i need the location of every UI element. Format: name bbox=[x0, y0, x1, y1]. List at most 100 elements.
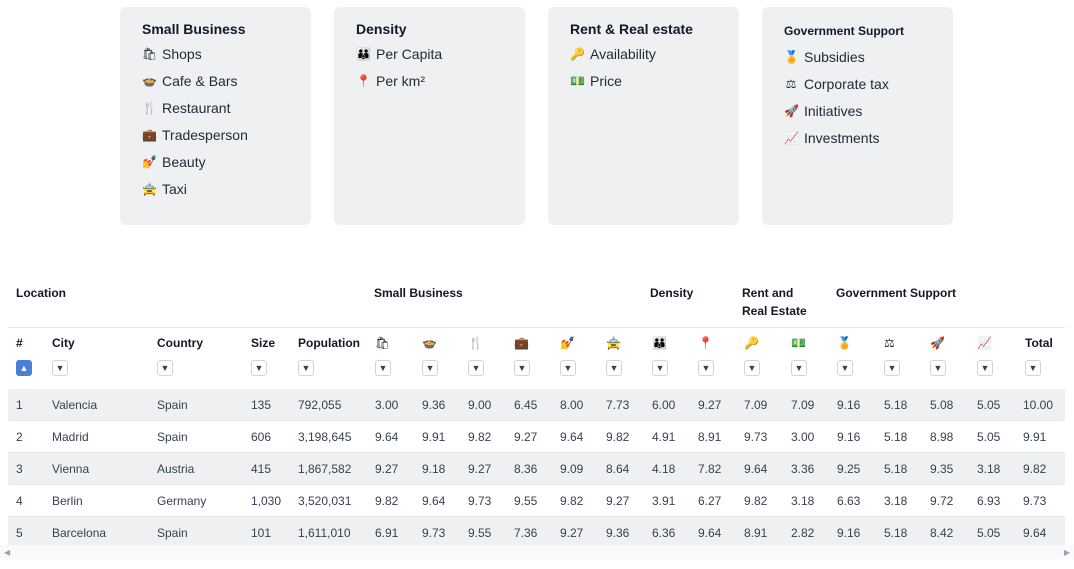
cell-score: 9.35 bbox=[930, 462, 954, 476]
cell-score: 8.36 bbox=[514, 462, 538, 476]
group-government: Government Support bbox=[836, 286, 957, 300]
category-item-label: Cafe & Bars bbox=[162, 73, 238, 89]
category-card: Rent & Real estate 🔑 Availability 💵 Price bbox=[548, 7, 739, 225]
chart-up-icon[interactable]: 📈 bbox=[977, 336, 992, 350]
scroll-right-icon[interactable]: ▶ bbox=[1064, 548, 1070, 557]
category-item: 🍲 Cafe & Bars bbox=[142, 72, 289, 99]
table-row[interactable]: 2 Madrid Spain 606 3,198,645 9.64 9.91 9.82 9.27… bbox=[8, 421, 1065, 453]
cell-score: 9.64 bbox=[698, 526, 722, 540]
cell-score: 3.18 bbox=[884, 494, 908, 508]
taxi-icon[interactable]: 🚖 bbox=[606, 336, 621, 350]
sort-ascending-button[interactable]: ▲ bbox=[16, 360, 32, 376]
category-item-label: Subsidies bbox=[804, 49, 865, 65]
cell-size: 101 bbox=[251, 526, 272, 540]
cutlery-icon[interactable]: 🍴 bbox=[468, 336, 483, 350]
sort-toggle-button[interactable]: ▼ bbox=[157, 360, 173, 376]
family-icon[interactable]: 👪 bbox=[652, 336, 667, 350]
cell-score: 9.64 bbox=[375, 430, 399, 444]
briefcase-icon: 💼 bbox=[142, 128, 157, 142]
briefcase-icon[interactable]: 💼 bbox=[514, 336, 529, 350]
cell-score: 9.82 bbox=[744, 494, 768, 508]
scroll-left-icon[interactable]: ◀ bbox=[4, 548, 10, 557]
category-item-label: Investments bbox=[804, 130, 880, 146]
horizontal-scrollbar[interactable]: ◀ ▶ bbox=[0, 545, 1074, 559]
sort-toggle-button[interactable]: ▼ bbox=[698, 360, 714, 376]
cell-score: 9.82 bbox=[375, 494, 399, 508]
cell-population: 792,055 bbox=[298, 398, 342, 412]
cell-score: 6.00 bbox=[652, 398, 676, 412]
sort-toggle-button[interactable]: ▼ bbox=[514, 360, 530, 376]
nail-polish-icon: 💅 bbox=[142, 155, 157, 169]
cell-size: 1,030 bbox=[251, 494, 282, 508]
category-card-title: Rent & Real estate bbox=[570, 21, 693, 37]
cafe-bowl-icon[interactable]: 🍲 bbox=[422, 336, 437, 350]
ranking-table-body: 1 Valencia Spain 135 792,055 3.00 9.36 9.00 6.45… bbox=[8, 389, 1065, 549]
category-item-label: Beauty bbox=[162, 154, 206, 170]
sort-toggle-button[interactable]: ▼ bbox=[930, 360, 946, 376]
rocket-icon[interactable]: 🚀 bbox=[930, 336, 945, 350]
sort-toggle-button[interactable]: ▼ bbox=[468, 360, 484, 376]
category-item: 📈 Investments bbox=[784, 129, 931, 156]
cell-score: 7.82 bbox=[698, 462, 722, 476]
shopping-bags-icon[interactable]: 🛍 bbox=[375, 336, 390, 350]
cell-city: Madrid bbox=[52, 430, 89, 444]
category-item: 💅 Beauty bbox=[142, 153, 289, 180]
column-country-header[interactable]: Country bbox=[157, 336, 203, 350]
column-total-header[interactable]: Total bbox=[1025, 336, 1053, 350]
sort-toggle-button[interactable]: ▼ bbox=[52, 360, 68, 376]
column-city-header[interactable]: City bbox=[52, 336, 75, 350]
category-item: 🚀 Initiatives bbox=[784, 102, 931, 129]
cell-city: Barcelona bbox=[52, 526, 107, 540]
cell-score: 5.05 bbox=[977, 430, 1001, 444]
scales-icon[interactable]: ⚖ bbox=[884, 336, 895, 350]
sort-toggle-button[interactable]: ▼ bbox=[422, 360, 438, 376]
cafe-bowl-icon: 🍲 bbox=[142, 74, 157, 88]
nail-polish-icon[interactable]: 💅 bbox=[560, 336, 575, 350]
cell-size: 415 bbox=[251, 462, 272, 476]
category-item: 🔑 Availability bbox=[570, 45, 717, 72]
cell-rank: 3 bbox=[16, 462, 23, 476]
sort-toggle-button[interactable]: ▼ bbox=[791, 360, 807, 376]
sort-toggle-button[interactable]: ▼ bbox=[606, 360, 622, 376]
cell-score: 4.91 bbox=[652, 430, 676, 444]
sort-toggle-button[interactable]: ▼ bbox=[977, 360, 993, 376]
cell-score: 9.82 bbox=[468, 430, 492, 444]
family-icon: 👪 bbox=[356, 47, 371, 61]
key-icon[interactable]: 🔑 bbox=[744, 336, 759, 350]
cell-city: Berlin bbox=[52, 494, 83, 508]
category-card-title: Density bbox=[356, 21, 407, 37]
banknote-icon[interactable]: 💵 bbox=[791, 336, 806, 350]
category-card: Government Support 🏅 Subsidies ⚖ Corporate t… bbox=[762, 7, 953, 225]
cell-score: 5.18 bbox=[884, 430, 908, 444]
sort-toggle-button[interactable]: ▼ bbox=[298, 360, 314, 376]
sort-toggle-button[interactable]: ▼ bbox=[375, 360, 391, 376]
column-size-header[interactable]: Size bbox=[251, 336, 275, 350]
category-item-label: Per km² bbox=[376, 73, 425, 89]
sort-toggle-button[interactable]: ▼ bbox=[652, 360, 668, 376]
sort-toggle-button[interactable]: ▼ bbox=[744, 360, 760, 376]
table-row[interactable]: 3 Vienna Austria 415 1,867,582 9.27 9.18 9.27 8.… bbox=[8, 453, 1065, 485]
medal-icon[interactable]: 🏅 bbox=[837, 336, 852, 350]
table-row[interactable]: 4 Berlin Germany 1,030 3,520,031 9.82 9.64 9.73… bbox=[8, 485, 1065, 517]
column-population-header[interactable]: Population bbox=[298, 336, 360, 350]
category-item-label: Initiatives bbox=[804, 103, 863, 119]
sort-toggle-button[interactable]: ▼ bbox=[1025, 360, 1041, 376]
cell-score: 9.73 bbox=[744, 430, 768, 444]
table-row[interactable]: 1 Valencia Spain 135 792,055 3.00 9.36 9.00 6.45… bbox=[8, 389, 1065, 421]
column-rank-header[interactable]: # bbox=[16, 336, 23, 350]
group-rent-line2: Real Estate bbox=[742, 304, 807, 318]
category-item-label: Taxi bbox=[162, 181, 187, 197]
cell-score: 9.82 bbox=[606, 430, 630, 444]
cell-score: 9.09 bbox=[560, 462, 584, 476]
cell-population: 1,611,010 bbox=[298, 526, 351, 540]
cell-score: 9.64 bbox=[744, 462, 768, 476]
category-item: 🍴 Restaurant bbox=[142, 99, 289, 126]
pushpin-icon[interactable]: 📍 bbox=[698, 336, 713, 350]
banknote-icon: 💵 bbox=[570, 74, 585, 88]
sort-toggle-button[interactable]: ▼ bbox=[884, 360, 900, 376]
cell-score: 8.00 bbox=[560, 398, 584, 412]
sort-toggle-button[interactable]: ▼ bbox=[251, 360, 267, 376]
sort-toggle-button[interactable]: ▼ bbox=[560, 360, 576, 376]
category-card: Small Business 🛍 Shops 🍲 Cafe & Bars 🍴 Restaur… bbox=[120, 7, 311, 225]
sort-toggle-button[interactable]: ▼ bbox=[837, 360, 853, 376]
